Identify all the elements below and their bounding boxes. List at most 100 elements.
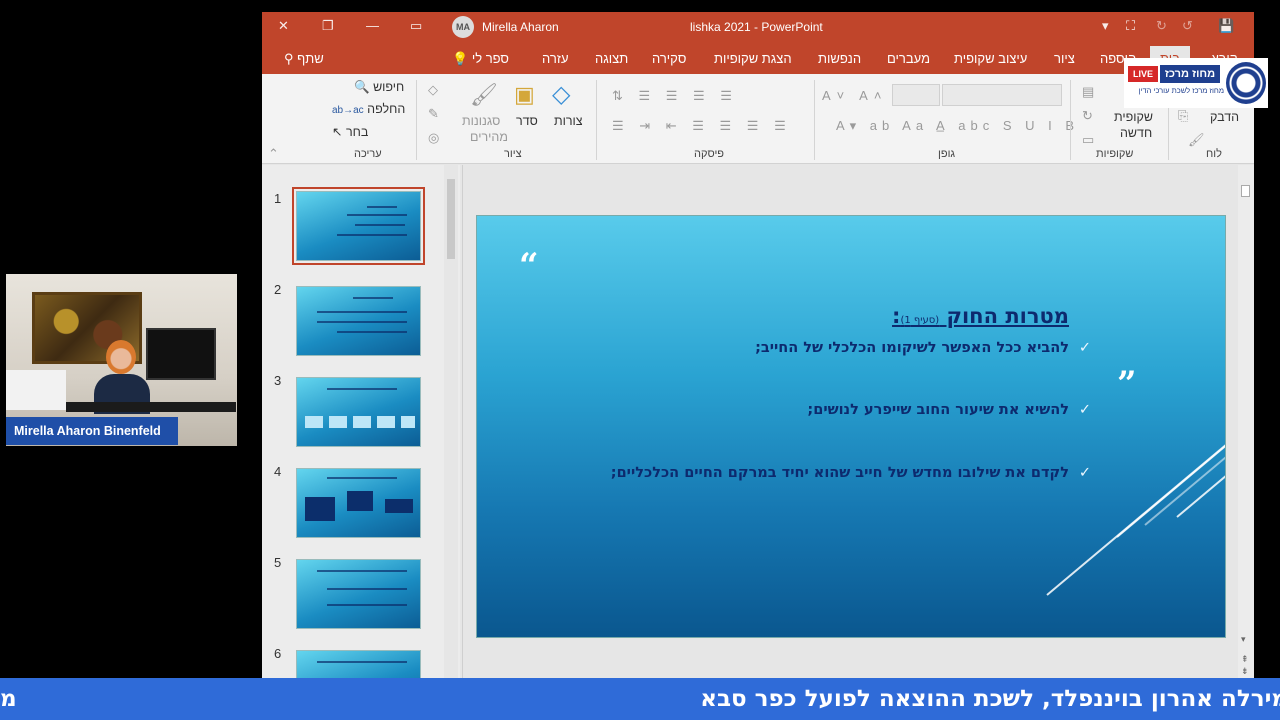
arrange-button[interactable]: סדר [516,114,538,128]
live-badge: LIVE [1128,66,1158,82]
quick-styles-icon[interactable]: 🖌 [470,82,498,108]
thumbnails-scrollbar[interactable] [444,165,458,678]
font-format-buttons[interactable]: A▾ ab Aa A̲ abc S U I B [836,118,1079,134]
slide-thumbnail-5[interactable] [296,559,421,629]
slide-thumbnail-4[interactable] [296,468,421,538]
slide-thumbnail-2[interactable] [296,286,421,356]
channel-logo: LIVE מחוז מרכז מחוז מרכז לשכת עורכי הדין [1124,58,1268,108]
bullet-3: ✓ לקדם את שילובו מחדש של חייב שהוא יחיד … [589,461,1091,485]
replace-label: החלפה [367,102,406,116]
format-painter-icon[interactable]: 🖌 [1188,132,1205,148]
thumbnail-number: 1 [274,191,282,206]
presentation-icon[interactable]: ⛶ [1126,18,1135,34]
slide-thumbnail-6[interactable] [296,650,421,678]
check-icon: ✓ [1078,465,1091,481]
drawing-group-label: ציור [504,148,522,160]
bullet-1-text: להביא ככל האפשר לשיקומו הכלכלי של החייב; [755,340,1069,356]
clipboard-group-label: לוח [1206,148,1222,160]
tab-draw[interactable]: ציור [1054,51,1075,66]
shapes-button[interactable]: צורות [554,114,583,128]
redo-icon[interactable]: ↻ [1156,18,1167,34]
monitor [146,328,216,380]
font-name-field[interactable] [942,84,1062,106]
tab-transitions[interactable]: מעברים [887,51,930,66]
paragraph-row-1[interactable]: ⇅ ☰ ☰ ☰ ☰ [612,88,738,104]
avatar[interactable]: MA [452,16,474,38]
ticker-fragment: מ [0,686,17,712]
share-label: שתף [297,51,324,66]
paste-button[interactable]: הדבק [1210,110,1239,124]
quick-styles-label-2: מהירים [470,130,508,144]
quick-styles-label[interactable]: סגנונות [462,114,500,128]
slide-scrollbar[interactable]: ▾ ⇞ ⇟ [1238,165,1254,678]
ribbon-tabs: שתף ⚲ ספר לי 💡 עזרה תצוגה סקירה הצגת שקו… [262,42,1254,74]
bullet-2-text: להשיא את שיעור החוב שייפרע לנושים; [807,402,1069,418]
slide-canvas[interactable]: “ ” מטרות החוק (סעיף 1): ✓ להביא ככל האפ… [476,215,1226,638]
slide-thumbnails-pane: 1 2 3 4 5 6 [262,165,460,678]
select-button[interactable]: בחר ↖ [332,124,368,139]
ticker-text: מירלה אהרון בויננפלד, לשכת ההוצאה לפועל … [700,686,1280,712]
reset-icon[interactable]: ↻ [1082,108,1093,124]
tab-help[interactable]: עזרה [542,51,569,66]
slides-group-label: שקופיות [1096,148,1134,160]
section-icon[interactable]: ▭ [1082,132,1094,148]
find-button[interactable]: חיפוש 🔍 [354,80,404,95]
next-slide-icon[interactable]: ⇟ [1241,667,1249,677]
font-size-field[interactable] [892,84,940,106]
replace-icon: ab→ac [332,105,364,116]
slide-title-ref: (סעיף 1) [900,315,940,326]
association-seal-icon [1226,62,1266,104]
slide-thumbnail-1[interactable] [292,187,425,265]
news-ticker: מ מירלה אהרון בויננפלד, לשכת ההוצאה לפוע… [0,678,1280,720]
paragraph-row-2[interactable]: ☰ ⇥ ⇤ ☰ ☰ ☰ ☰ [612,118,792,134]
open-quote-mark: “ [519,246,539,286]
scroll-down-icon[interactable]: ▾ [1241,635,1246,645]
restore-icon[interactable]: ❐ [322,18,334,34]
document-title: lishka 2021 - PowerPoint [690,20,823,34]
pen-icon[interactable]: ✎ [428,106,439,122]
tab-design[interactable]: עיצוב שקופית [954,51,1027,66]
copy-icon[interactable]: ⎘ [1178,108,1188,124]
share-button[interactable]: שתף ⚲ [284,51,324,67]
editing-group-label: עריכה [354,148,382,160]
font-size-buttons[interactable]: A˅ A˄ [822,88,887,103]
tell-me-search[interactable]: ספר לי 💡 [452,51,509,67]
shapes-icon[interactable]: ◇ [552,80,570,109]
ribbon-display-icon[interactable]: ▭ [410,18,422,34]
thumbnail-number: 2 [274,282,282,297]
close-quote-mark: ” [1117,364,1137,404]
slide-thumbnail-3[interactable] [296,377,421,447]
slide-title-text: מטרות החוק [946,304,1070,328]
minimize-icon[interactable]: — [366,18,379,33]
powerpoint-window: ✕ ❐ — ▭ MA Mirella Aharon lishka 2021 - … [262,12,1254,678]
tell-me-label: ספר לי [471,51,509,66]
check-icon: ✓ [1078,402,1091,418]
thumbnail-number: 3 [274,373,282,388]
select-pane-icon[interactable]: ◇ [428,82,438,98]
save-icon[interactable]: 💾 [1218,18,1234,34]
tab-animations[interactable]: הנפשות [818,51,861,66]
participant-name-label: Mirella Aharon Binenfeld [6,417,178,445]
layout-icon[interactable]: ▤ [1082,84,1094,100]
prev-slide-icon[interactable]: ⇞ [1241,655,1249,665]
arrange-icon[interactable]: ▣ [514,82,535,108]
new-slide-label-2: חדשה [1120,126,1153,140]
collapse-ribbon-icon[interactable]: ⌃ [268,146,279,162]
title-bar: ✕ ❐ — ▭ MA Mirella Aharon lishka 2021 - … [262,12,1254,42]
paragraph-group-label: פיסקה [694,148,725,160]
customize-qat-icon[interactable]: ▾ [1102,18,1109,34]
effects-icon[interactable]: ◎ [428,130,439,146]
slide-title: מטרות החוק (סעיף 1): [892,304,1069,328]
replace-button[interactable]: החלפה ab→ac [332,102,405,116]
person-icon: ⚲ [284,51,294,66]
close-icon[interactable]: ✕ [278,18,289,34]
tab-slideshow[interactable]: הצגת שקופיות [714,51,792,66]
undo-icon[interactable]: ↺ [1182,18,1193,34]
logo-title: מחוז מרכז [1160,65,1220,83]
cursor-icon: ↖ [332,125,343,139]
tab-review[interactable]: סקירה [652,51,686,66]
tab-view[interactable]: תצוגה [595,51,628,66]
ribbon: חיפוש 🔍 החלפה ab→ac בחר ↖ עריכה ⌃ ◇ ✎ ◎ … [262,74,1254,164]
font-group-label: גופן [938,148,956,160]
new-slide-button[interactable]: שקופית [1114,110,1153,124]
